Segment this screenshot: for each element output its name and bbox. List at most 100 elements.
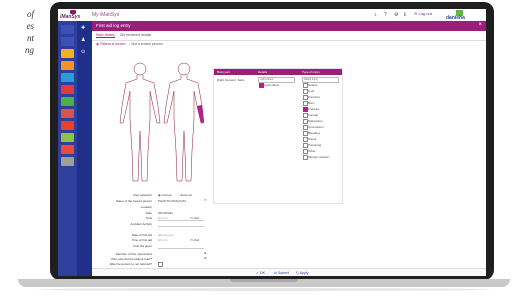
recycle-icon[interactable] [61, 133, 74, 142]
grid-header-bodypart: Body part [217, 70, 230, 74]
responder-add-icon[interactable]: ⊕ [204, 251, 207, 255]
accident-label: Accident Activity [130, 222, 152, 226]
medkit-icon[interactable] [61, 109, 74, 118]
home-icon[interactable] [61, 25, 74, 34]
injury-checkbox-label: Puncture [308, 95, 321, 99]
injury-checkbox-label: Poisoning [308, 143, 322, 147]
injury-checkbox-label: Other [308, 149, 316, 153]
firstaid-time-zone[interactable]: Y/-Usd [190, 238, 199, 242]
injury-checkbox-label: Shock [308, 137, 317, 141]
person-icon[interactable]: ♟ [81, 37, 85, 43]
user-radio-internal-label: Internal [161, 193, 172, 197]
apply-label: Apply [299, 271, 309, 275]
laptop-notch [230, 279, 298, 282]
logo-text: iManSys [60, 14, 81, 20]
date-label: Date [145, 211, 152, 215]
calendar-icon[interactable] [61, 49, 74, 58]
tab-bar: Main details Aid rendered details [92, 31, 486, 41]
referred-checkbox[interactable] [158, 262, 163, 267]
close-icon[interactable]: × [478, 22, 482, 28]
injury-grid: Body part Details Type of injury Right F… [213, 68, 343, 204]
logout-label: Log out [418, 11, 432, 16]
radio-known[interactable]: ◉ Patient is known [96, 42, 126, 46]
time-label: Time [145, 216, 152, 220]
firstaid-date-input[interactable]: dd/mm/yyyy [158, 233, 174, 237]
injury-checkbox-label: Burn [308, 101, 315, 105]
caption-line: es [26, 21, 35, 31]
radio-unknown[interactable]: ○ Not a known person [128, 42, 162, 46]
patient-type-radios: ◉ Patient is known ○ Not a known person [96, 42, 163, 46]
firstaid-time-label: Time of first aid [131, 238, 152, 242]
grid-header-injury: Type of injury [302, 70, 320, 74]
document-icon[interactable] [61, 61, 74, 70]
user-radio-external-label: External [180, 193, 192, 197]
left-nav [58, 21, 77, 276]
monitor-icon[interactable] [61, 73, 74, 82]
brand-logo: danieha [438, 10, 482, 21]
firstaid-date-label: Date of first aid [131, 233, 152, 237]
apply-button[interactable]: ⎗ Apply [296, 271, 308, 275]
tools-icon[interactable] [61, 157, 74, 166]
ok-label: OK [259, 271, 265, 275]
footer-actions: ✓ OK ⊘ Submit ⎗ Apply [92, 268, 486, 276]
detail-checkbox-label: Light elbow [264, 83, 280, 87]
help-icon[interactable]: ? [384, 12, 387, 18]
tab-aid-rendered[interactable]: Aid rendered details [120, 33, 151, 37]
grid-header: Body part Details Type of injury [214, 69, 342, 75]
car-icon[interactable]: ⊙ [81, 49, 85, 55]
injury-checkbox-label: Cuts [308, 89, 315, 93]
responder-label: Member of first responders [116, 252, 152, 256]
injury-checkbox-label: Foreign [308, 113, 319, 117]
caption-line: nt [26, 33, 34, 43]
star-icon[interactable] [61, 37, 74, 46]
hardhat-icon[interactable] [61, 85, 74, 94]
contact-add-icon[interactable]: ⊕ [204, 256, 207, 260]
body-back-figure [163, 62, 205, 182]
warning-icon[interactable] [61, 121, 74, 130]
search-icon[interactable]: ⌕ [374, 12, 377, 18]
contact-label: Who else did the patient refer? [111, 257, 152, 261]
user-radio-internal[interactable]: ◉ Internal [158, 193, 171, 197]
body-front-figure [119, 62, 161, 182]
laptop-shadow [36, 288, 492, 291]
settings-icon[interactable]: ⚙ [394, 12, 398, 18]
injury-checkbox-label: Bleeding [308, 131, 320, 135]
firstaid-time-input[interactable]: Hh:mm [158, 238, 168, 242]
firstaid-given-label: First aid given [133, 244, 152, 248]
list-icon[interactable] [61, 145, 74, 154]
date-input[interactable]: 05/10/2022 [158, 211, 173, 215]
injury-checkbox-label: Concussion [308, 125, 324, 129]
info-icon[interactable]: ℹ [404, 12, 406, 18]
body-part-value: Right Forearm: back [217, 78, 245, 82]
injury-checkbox-label: Strains [308, 83, 318, 87]
radio-known-label: Patient is known [100, 42, 126, 46]
side-caption: of es nt ng [0, 8, 34, 56]
referred-label: Was the person to not referred? [109, 262, 152, 266]
grid-header-details: Details [258, 70, 268, 74]
leaf-icon[interactable] [61, 97, 74, 106]
submit-button[interactable]: ⊘ Submit [274, 271, 289, 275]
clear-icon[interactable]: ✕ [204, 198, 207, 202]
sub-nav: ✚ ♟ ⊙ [77, 21, 92, 276]
firstaid-icon[interactable]: ✚ [81, 25, 85, 31]
location-label: Location [140, 205, 152, 209]
form-title: First aid log entry [96, 23, 131, 28]
tab-main-details[interactable]: Main details [96, 33, 115, 38]
logout-button[interactable]: ⊖ Log out [414, 11, 432, 16]
form-header: First aid log entry × [92, 21, 486, 31]
submit-label: Submit [277, 271, 289, 275]
injured-name-label: Name of the injured person [115, 199, 152, 203]
user-selection-label: User selection [132, 193, 152, 197]
radio-unknown-label: Not a known person [131, 42, 163, 46]
caption-line: ng [25, 45, 34, 55]
caption-line: of [26, 9, 34, 19]
injured-name-value[interactable]: PHANTO MAGUVZA [158, 199, 186, 203]
firstaid-given-underline [158, 248, 204, 249]
body-diagram[interactable] [118, 61, 208, 187]
app-logo[interactable]: iManSys [60, 10, 86, 20]
injury-checkbox-label: Fracture [308, 107, 320, 111]
ok-button[interactable]: ✓ OK [256, 271, 265, 275]
app-title: My iManSys [92, 12, 120, 18]
user-radio-external[interactable]: ○ External [178, 193, 192, 197]
injury-checkbox-label: Dislocation [308, 119, 323, 123]
